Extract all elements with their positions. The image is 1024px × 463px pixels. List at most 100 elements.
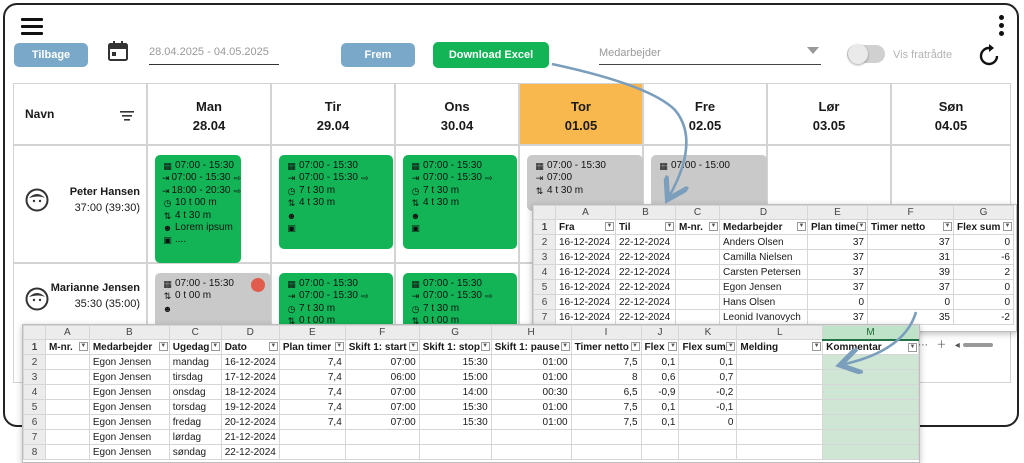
row-number[interactable]: 2: [23, 354, 46, 370]
cell[interactable]: [675, 279, 720, 295]
cell[interactable]: Egon Jensen: [88, 384, 170, 400]
header-cell[interactable]: Ugedag ▼: [168, 339, 222, 355]
cell[interactable]: 01:00: [490, 369, 572, 385]
filter-dropdown-icon[interactable]: ▼: [78, 342, 88, 351]
filter-dropdown-icon[interactable]: ▼: [1003, 222, 1012, 231]
cell[interactable]: 37: [867, 279, 954, 295]
cell[interactable]: 16-12-2024: [555, 234, 616, 250]
cell[interactable]: 39: [867, 264, 954, 280]
row-number[interactable]: 5: [533, 279, 556, 295]
cell[interactable]: Egon Jensen: [88, 414, 170, 430]
cell[interactable]: Leonid Ivanovych: [719, 309, 808, 325]
cell[interactable]: [736, 414, 824, 430]
cell[interactable]: 22-12-2024: [615, 234, 676, 250]
column-letter[interactable]: A: [555, 205, 616, 220]
cell[interactable]: 0,6: [640, 369, 680, 385]
cell[interactable]: 17-12-2024: [220, 369, 280, 385]
cell[interactable]: 22-12-2024: [220, 444, 280, 460]
ellipsis-icon[interactable]: ⋯: [918, 340, 928, 351]
cell[interactable]: [490, 429, 572, 445]
header-cell[interactable]: Flex sum ▼: [953, 219, 1014, 235]
cell[interactable]: 37: [807, 279, 868, 295]
forward-button[interactable]: Frem: [341, 43, 415, 67]
header-cell[interactable]: Melding ▼: [736, 339, 824, 355]
cell[interactable]: [675, 249, 720, 265]
cell[interactable]: Carsten Petersen: [719, 264, 808, 280]
cell[interactable]: 22-12-2024: [615, 309, 676, 325]
menu-icon[interactable]: [21, 18, 43, 36]
corner-cell[interactable]: [533, 205, 556, 220]
cell[interactable]: [736, 384, 824, 400]
cell[interactable]: 0,1: [678, 354, 738, 370]
cell[interactable]: [675, 294, 720, 310]
cell[interactable]: søndag: [168, 444, 222, 460]
cell[interactable]: 0: [678, 414, 738, 430]
cell[interactable]: 37: [807, 249, 868, 265]
cell[interactable]: Hans Olsen: [719, 294, 808, 310]
row-number[interactable]: 1: [23, 339, 46, 355]
header-cell[interactable]: Skift 1: stop ▼: [418, 339, 492, 355]
cell[interactable]: 0,1: [640, 354, 680, 370]
row-number[interactable]: 3: [533, 249, 556, 265]
cell[interactable]: 18-12-2024: [220, 384, 280, 400]
cell[interactable]: 2: [953, 264, 1014, 280]
cell[interactable]: [44, 354, 90, 370]
cell[interactable]: 21-12-2024: [220, 429, 280, 445]
filter-dropdown-icon[interactable]: ▼: [408, 342, 418, 351]
cell[interactable]: tirsdag: [168, 369, 222, 385]
cell[interactable]: 6,5: [570, 384, 642, 400]
filter-dropdown-icon[interactable]: ▼: [480, 342, 490, 351]
filter-dropdown-icon[interactable]: ▼: [797, 222, 806, 231]
show-resigned-toggle[interactable]: [847, 44, 885, 64]
cell[interactable]: [570, 429, 642, 445]
cell[interactable]: [736, 444, 824, 460]
cell[interactable]: 15:30: [418, 354, 492, 370]
column-letter[interactable]: B: [615, 205, 676, 220]
header-cell[interactable]: M-nr. ▼: [675, 219, 720, 235]
shift-card[interactable]: ▦ 07:00 - 15:30 ⇥ 07:00 - 15:30 ⇨ ◷ 7 t 30 m ⇅ 4…: [403, 155, 517, 249]
row-number[interactable]: 7: [533, 309, 556, 325]
cell[interactable]: 07:00: [344, 399, 420, 415]
cell[interactable]: [44, 384, 90, 400]
cell[interactable]: -2: [953, 309, 1014, 325]
shift-card[interactable]: ▦ 07:00 - 15:30 ⇥ 07:00 - 15:30 ⇨ ⇥ 18:00 - 20…: [155, 155, 241, 263]
cell[interactable]: [678, 429, 738, 445]
cell[interactable]: 37: [807, 234, 868, 250]
download-excel-button[interactable]: Download Excel: [433, 42, 549, 68]
cell[interactable]: Egon Jensen: [719, 279, 808, 295]
cell[interactable]: 7,4: [278, 399, 346, 415]
cell[interactable]: 16-12-2024: [555, 249, 616, 265]
header-cell[interactable]: Flex sum ▼: [678, 339, 738, 355]
header-cell[interactable]: Medarbejder ▼: [88, 339, 170, 355]
header-cell[interactable]: Plan timer ▼: [278, 339, 346, 355]
header-cell[interactable]: Flex ▼: [640, 339, 680, 355]
cell[interactable]: Egon Jensen: [88, 444, 170, 460]
filter-dropdown-icon[interactable]: ▼: [726, 342, 736, 351]
row-number[interactable]: 6: [23, 414, 46, 430]
cell[interactable]: -0,2: [678, 384, 738, 400]
column-letter[interactable]: F: [867, 205, 954, 220]
row-number[interactable]: 6: [533, 294, 556, 310]
cell[interactable]: 06:00: [344, 369, 420, 385]
employee-cell[interactable]: Peter Hansen 37:00 (39:30): [13, 145, 147, 263]
cell[interactable]: [278, 444, 346, 460]
header-cell[interactable]: Timer netto ▼: [570, 339, 642, 355]
column-letter[interactable]: I: [570, 325, 642, 340]
cell[interactable]: 8: [570, 369, 642, 385]
column-letter[interactable]: B: [88, 325, 170, 340]
header-cell[interactable]: Skift 1: pause ▼: [490, 339, 572, 355]
cell[interactable]: 7,4: [278, 369, 346, 385]
cell[interactable]: [44, 444, 90, 460]
column-letter[interactable]: D: [719, 205, 808, 220]
cell[interactable]: 35: [867, 309, 954, 325]
column-letter[interactable]: D: [220, 325, 280, 340]
cell[interactable]: [344, 429, 420, 445]
cell[interactable]: [822, 369, 919, 385]
filter-dropdown-icon[interactable]: ▼: [665, 222, 674, 231]
filter-dropdown-icon[interactable]: ▼: [908, 342, 917, 352]
cell[interactable]: [822, 384, 919, 400]
cell[interactable]: [44, 429, 90, 445]
cell[interactable]: fredag: [168, 414, 222, 430]
cell[interactable]: 37: [807, 309, 868, 325]
cell[interactable]: lørdag: [168, 429, 222, 445]
